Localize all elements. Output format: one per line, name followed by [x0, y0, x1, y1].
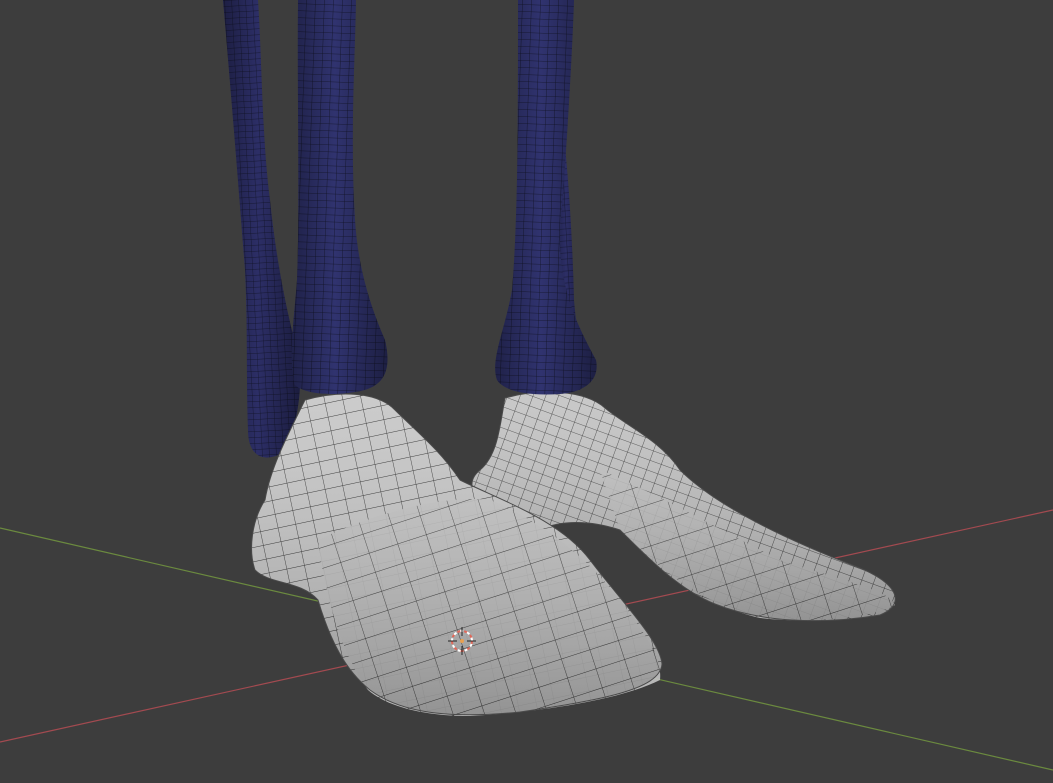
- tibia-right[interactable]: [495, 0, 597, 395]
- tibia-left[interactable]: [291, 0, 388, 394]
- fibula-left[interactable]: [223, 0, 301, 458]
- 3d-viewport[interactable]: [0, 0, 1053, 783]
